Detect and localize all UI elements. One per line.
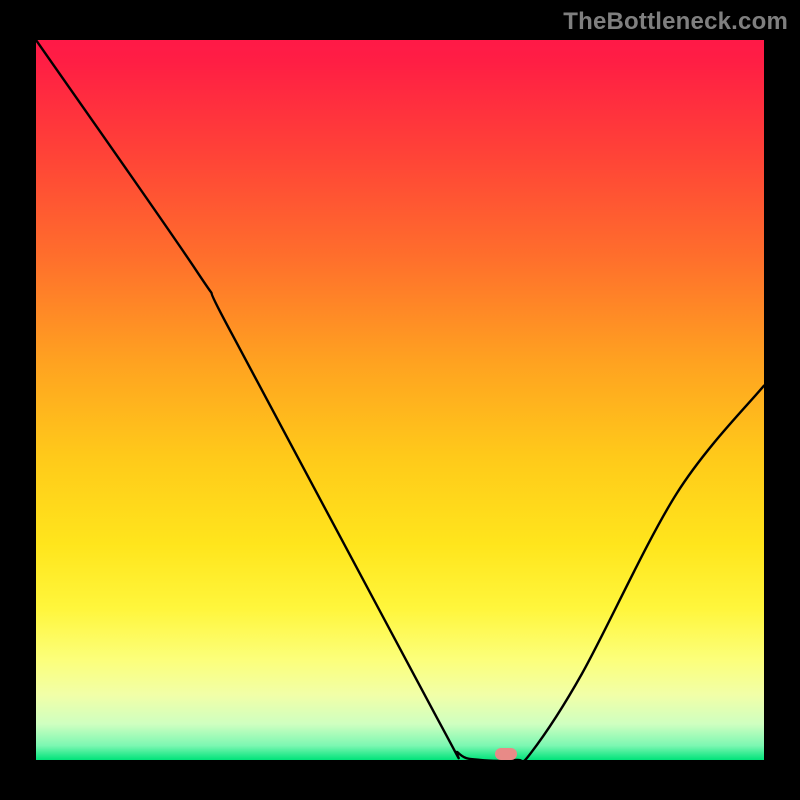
attribution-label: TheBottleneck.com bbox=[563, 8, 788, 36]
chart-container: TheBottleneck.com bbox=[0, 0, 800, 800]
curve-line bbox=[36, 40, 764, 760]
highlight-marker bbox=[495, 748, 517, 760]
plot-area bbox=[36, 40, 764, 760]
